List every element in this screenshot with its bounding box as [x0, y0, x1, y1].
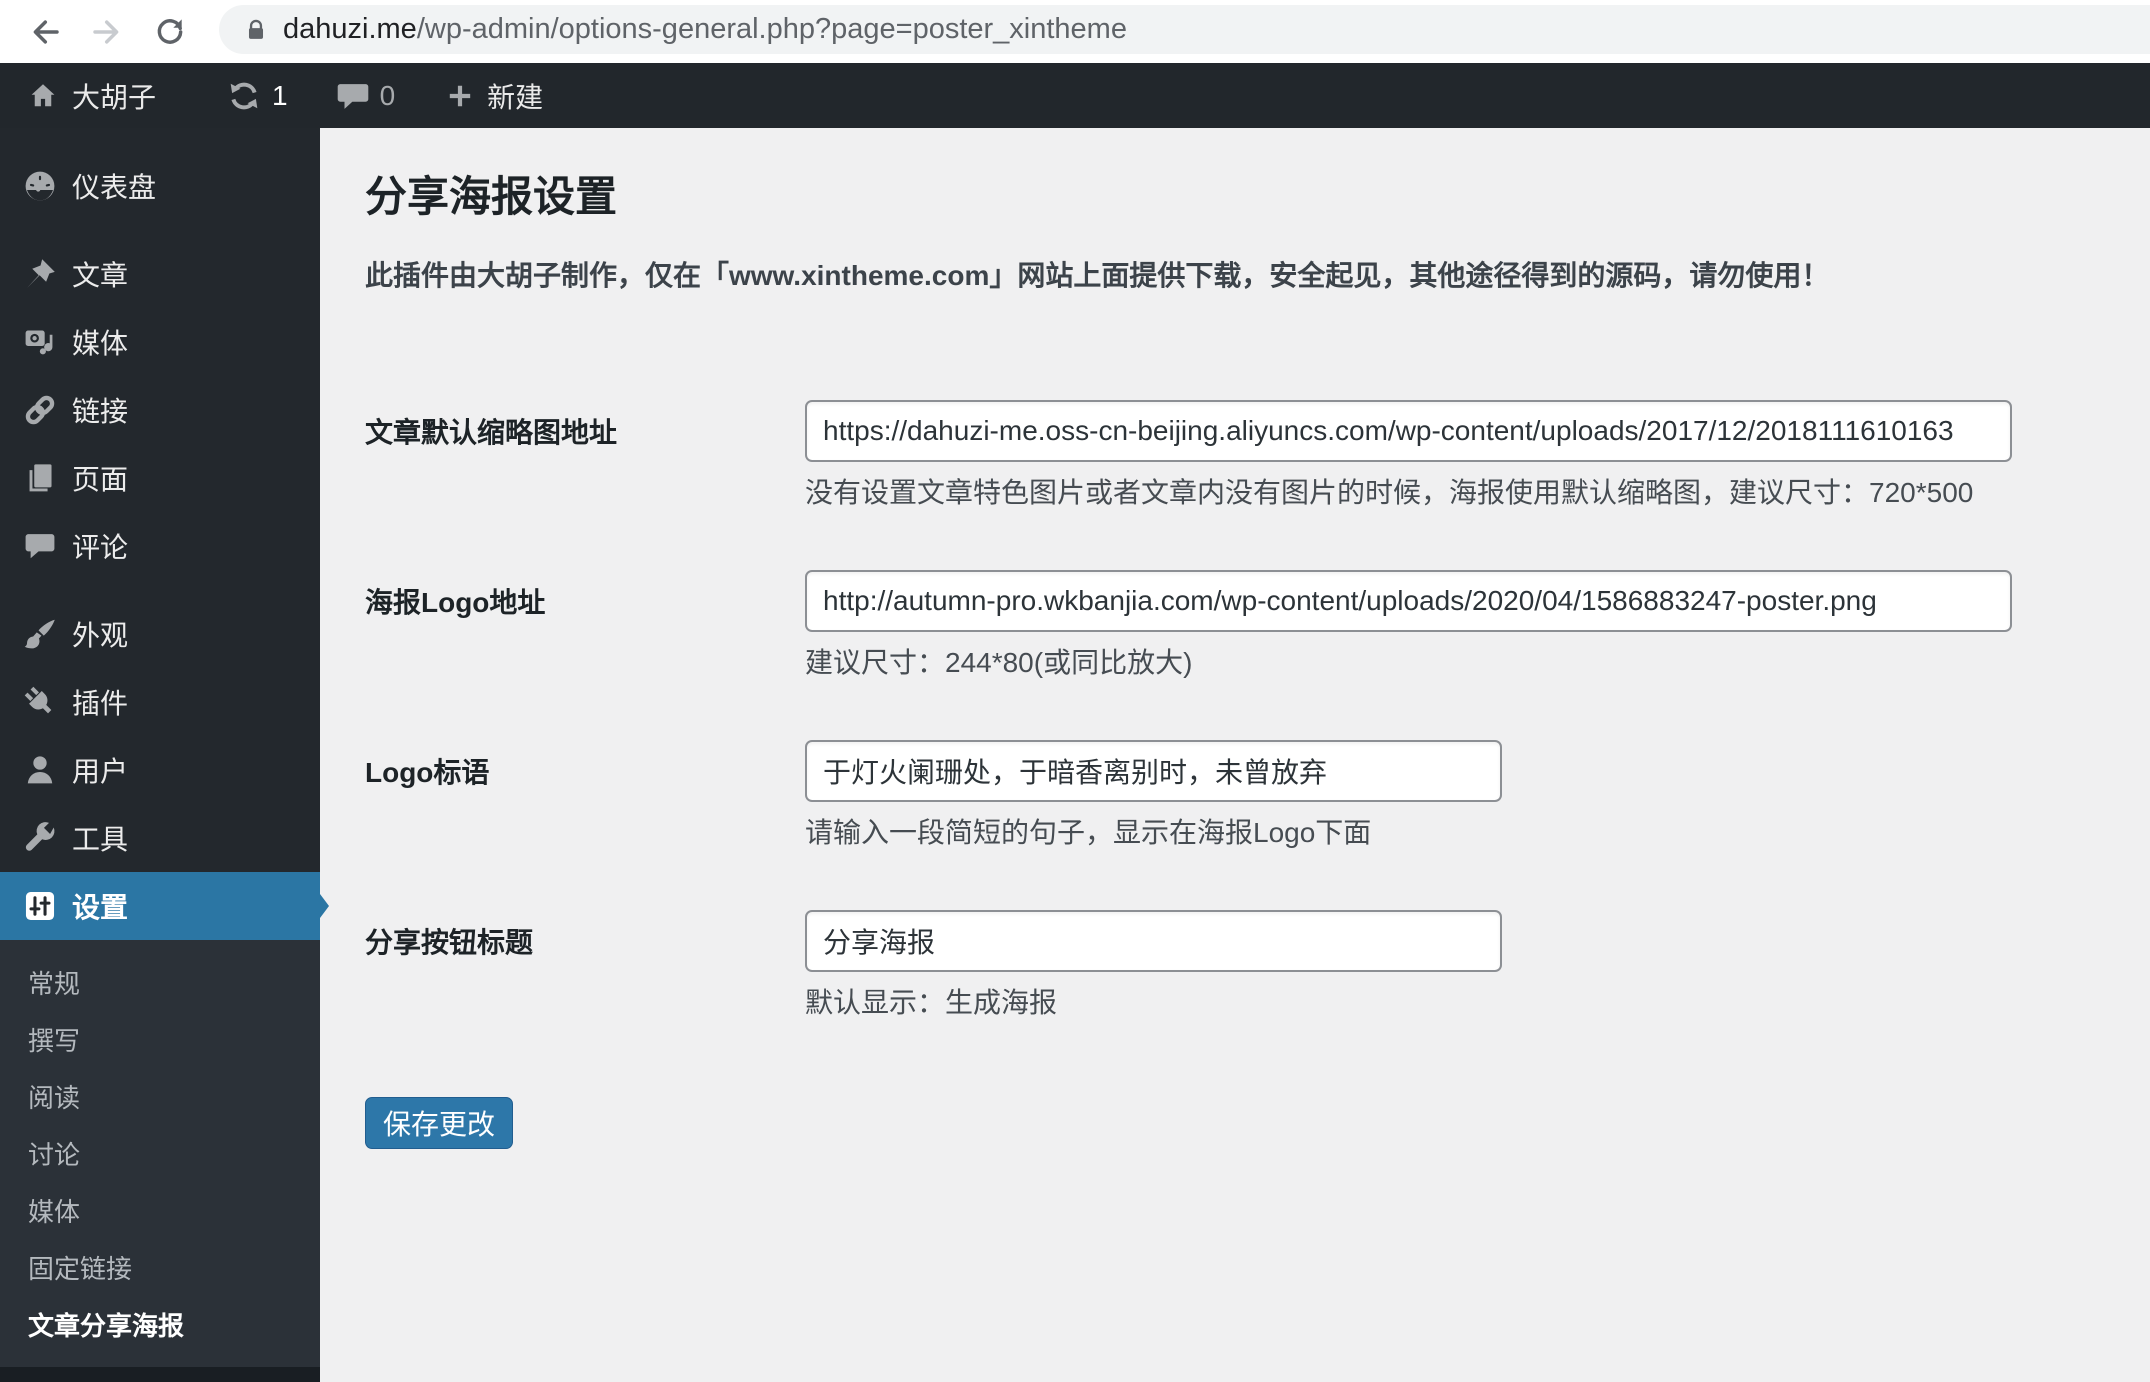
home-icon — [31, 83, 55, 106]
new-label: 新建 — [487, 81, 544, 113]
wrench-icon — [25, 822, 55, 851]
sidebar-item-label: 页面 — [72, 464, 129, 495]
browser-reload-button[interactable] — [152, 14, 188, 50]
plugin-notice: 此插件由大胡子制作，仅在「www.xintheme.com」网站上面提供下载，安… — [365, 260, 1830, 291]
url-domain: dahuzi.me — [283, 13, 417, 45]
user-icon — [27, 756, 53, 784]
sidebar-footer — [0, 1367, 320, 1382]
field-label: 分享按钮标题 — [365, 927, 534, 958]
sidebar-item-label: 文章 — [72, 260, 129, 291]
sidebar-item-users[interactable]: 用户 — [0, 736, 320, 804]
pushpin-icon — [27, 259, 55, 288]
sliders-settings-icon — [25, 891, 55, 921]
admin-bar-comments[interactable]: 0 — [336, 63, 396, 128]
sidebar-item-dashboard[interactable]: 仪表盘 — [0, 152, 320, 220]
submenu-item-general[interactable]: 常规 — [0, 956, 320, 1013]
sidebar-item-label: 插件 — [72, 688, 129, 719]
browser-forward-button[interactable] — [89, 14, 125, 50]
sidebar-item-label: 工具 — [72, 824, 129, 855]
field-help: 默认显示：生成海报 — [805, 987, 1058, 1018]
admin-bar-new[interactable]: 新建 — [445, 63, 543, 128]
field-help: 没有设置文章特色图片或者文章内没有图片的时候，海报使用默认缩略图，建议尺寸：72… — [805, 477, 1974, 508]
submenu-item-permalinks[interactable]: 固定链接 — [0, 1241, 320, 1298]
reload-icon — [157, 19, 183, 44]
sidebar-item-comments[interactable]: 评论 — [0, 512, 320, 580]
dashboard-gauge-icon — [25, 171, 55, 201]
sidebar-item-label: 仪表盘 — [72, 172, 157, 203]
menu-separator — [0, 220, 320, 240]
paintbrush-icon — [24, 619, 55, 649]
sidebar-item-label: 用户 — [72, 756, 129, 787]
admin-bar-site-link[interactable]: 大胡子 — [28, 63, 156, 128]
forward-arrow-icon — [93, 20, 119, 44]
submenu-item-discussion[interactable]: 讨论 — [0, 1127, 320, 1184]
settings-submenu: 常规 撰写 阅读 讨论 媒体 固定链接 文章分享海报 — [0, 940, 320, 1367]
sidebar-item-pages[interactable]: 页面 — [0, 444, 320, 512]
plus-icon — [449, 85, 471, 106]
address-bar[interactable]: dahuzi.me/wp-admin/options-general.php?p… — [219, 5, 2150, 54]
sidebar-item-appearance[interactable]: 外观 — [0, 600, 320, 668]
poster-logo-url-input[interactable] — [805, 570, 2012, 632]
sidebar-item-label: 链接 — [72, 396, 129, 427]
main-content: 分享海报设置 此插件由大胡子制作，仅在「www.xintheme.com」网站上… — [320, 128, 2150, 1382]
submenu-item-reading[interactable]: 阅读 — [0, 1070, 320, 1127]
sidebar-item-label: 媒体 — [72, 328, 129, 359]
comment-count: 0 — [379, 79, 396, 111]
submenu-item-writing[interactable]: 撰写 — [0, 1013, 320, 1070]
submenu-item-share-poster[interactable]: 文章分享海报 — [0, 1298, 320, 1355]
sidebar-item-label: 外观 — [72, 620, 129, 651]
lock-icon — [248, 19, 264, 39]
browser-back-button[interactable] — [27, 14, 63, 50]
settings-form: 文章默认缩略图地址 没有设置文章特色图片或者文章内没有图片的时候，海报使用默认缩… — [365, 400, 2150, 1149]
sidebar-item-links[interactable]: 链接 — [0, 376, 320, 444]
sidebar-item-tools[interactable]: 工具 — [0, 804, 320, 872]
field-group-share-button-title: 分享按钮标题 默认显示：生成海报 — [365, 910, 2150, 1019]
sidebar-item-label: 评论 — [72, 532, 129, 563]
logo-slogan-input[interactable] — [805, 740, 1502, 802]
update-icon — [230, 82, 258, 109]
sidebar-item-settings[interactable]: 设置 — [0, 872, 329, 940]
site-name: 大胡子 — [72, 81, 157, 113]
sidebar-item-plugins[interactable]: 插件 — [0, 668, 320, 736]
admin-sidebar: 仪表盘 文章 媒体 链接 页面 评论 外观 插件 用户 工具 设置 常规 撰写 … — [0, 128, 329, 1382]
page-title: 分享海报设置 — [365, 173, 618, 220]
field-group-poster-logo: 海报Logo地址 建议尺寸：244*80(或同比放大) — [365, 570, 2150, 679]
browser-bar: dahuzi.me/wp-admin/options-general.php?p… — [0, 0, 2150, 63]
camera-media-icon — [25, 330, 53, 355]
field-group-logo-slogan: Logo标语 请输入一段简短的句子，显示在海报Logo下面 — [365, 740, 2150, 849]
submenu-item-media[interactable]: 媒体 — [0, 1184, 320, 1241]
save-button[interactable]: 保存更改 — [365, 1097, 513, 1149]
wp-admin-bar: 大胡子 1 0 新建 — [0, 63, 2150, 128]
sidebar-item-posts[interactable]: 文章 — [0, 240, 320, 308]
menu-separator — [0, 580, 320, 600]
default-thumbnail-url-input[interactable] — [805, 400, 2012, 462]
url-path: /wp-admin/options-general.php?page=poste… — [416, 13, 1127, 45]
chain-link-icon — [25, 395, 55, 425]
admin-menu: 仪表盘 文章 媒体 链接 页面 评论 外观 插件 用户 工具 设置 — [0, 128, 329, 940]
url-text: dahuzi.me/wp-admin/options-general.php?p… — [283, 13, 1127, 46]
pages-icon — [29, 464, 52, 492]
wordpress-admin-page: dahuzi.me/wp-admin/options-general.php?p… — [0, 0, 2150, 1382]
field-help: 请输入一段简短的句子，显示在海报Logo下面 — [805, 817, 1372, 848]
share-button-title-input[interactable] — [805, 910, 1502, 972]
field-label: Logo标语 — [365, 757, 490, 788]
field-group-default-thumbnail: 文章默认缩略图地址 没有设置文章特色图片或者文章内没有图片的时候，海报使用默认缩… — [365, 400, 2150, 509]
update-count: 1 — [272, 79, 288, 111]
back-arrow-icon — [33, 20, 59, 44]
admin-bar-updates[interactable]: 1 — [226, 63, 288, 128]
sidebar-item-label: 设置 — [72, 892, 129, 923]
sidebar-item-media[interactable]: 媒体 — [0, 308, 320, 376]
field-help: 建议尺寸：244*80(或同比放大) — [805, 647, 1193, 678]
field-label: 文章默认缩略图地址 — [365, 417, 618, 448]
field-label: 海报Logo地址 — [365, 587, 546, 618]
speech-bubble-icon — [25, 534, 55, 559]
comment-bubble-icon — [337, 83, 368, 109]
plug-icon — [24, 686, 52, 714]
